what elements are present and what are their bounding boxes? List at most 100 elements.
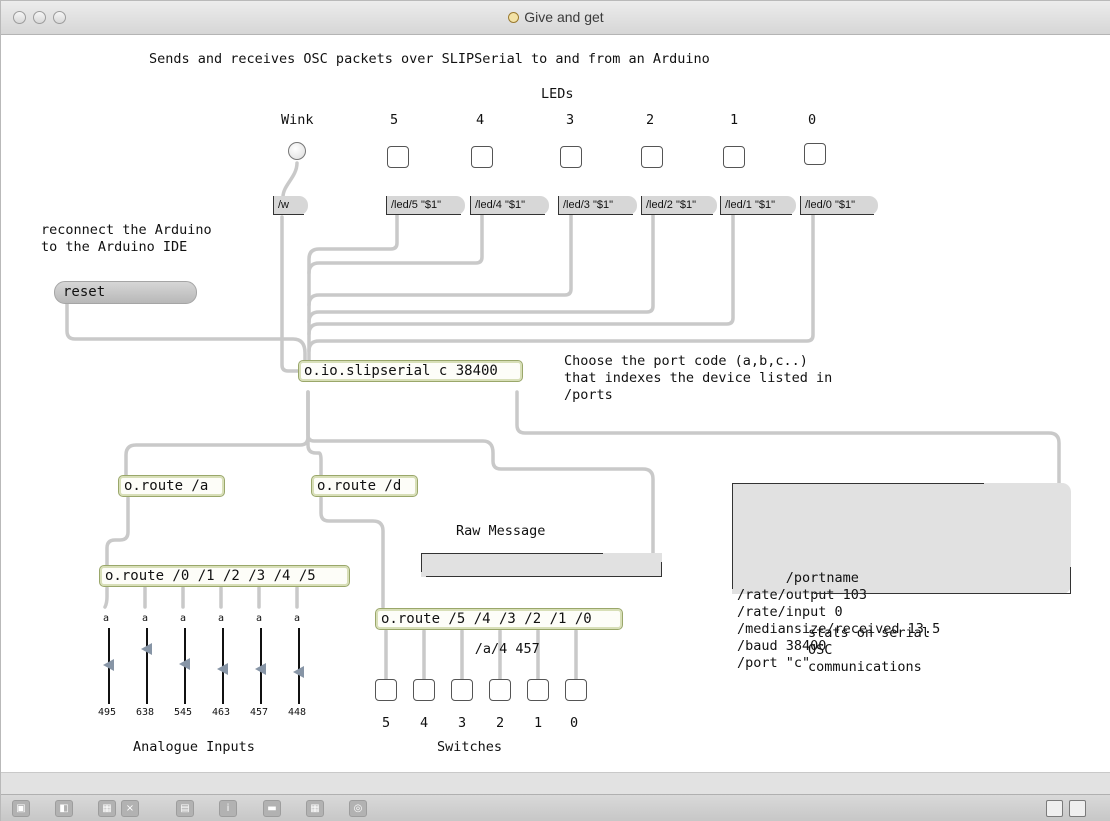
switch-number-1: 1 (534, 715, 543, 731)
switch-toggle-2[interactable] (489, 679, 511, 701)
cord-w-to-slip (280, 215, 308, 373)
led-toggle-2[interactable] (641, 146, 663, 168)
lock-icon[interactable]: ▣ (12, 800, 30, 817)
presentation-icon[interactable]: ◧ (55, 800, 73, 817)
analog-value: 545 (174, 707, 193, 718)
route-d-object[interactable]: o.route /d (311, 475, 418, 497)
unpack-label: a (180, 613, 187, 624)
wink-led[interactable] (288, 142, 306, 160)
analog-value: 463 (212, 707, 231, 718)
reconnect-comment: reconnect the Arduino to the Arduino IDE (41, 222, 212, 255)
raw-message-label: Raw Message (456, 523, 546, 539)
switch-number-5: 5 (382, 715, 391, 731)
led-toggle-5[interactable] (387, 146, 409, 168)
led-number-3: 3 (566, 112, 575, 128)
inspector-icon[interactable]: ▤ (176, 800, 194, 817)
analog-slider-5[interactable] (292, 628, 306, 704)
slider-knob[interactable] (293, 666, 304, 678)
led5-message[interactable]: /led/5 "$1" (386, 196, 465, 215)
led4-message[interactable]: /led/4 "$1" (470, 196, 549, 215)
switch-number-4: 4 (420, 715, 429, 731)
patcher-canvas[interactable]: Sends and receives OSC packets over SLIP… (1, 35, 1110, 772)
switch-number-0: 0 (570, 715, 579, 731)
sidebar-icon[interactable] (1069, 800, 1086, 817)
raw-message-display: /a/4 457 (421, 553, 662, 657)
switch-toggle-1[interactable] (527, 679, 549, 701)
cord-icon[interactable]: ▬ (263, 800, 281, 817)
reset-button[interactable]: reset (54, 281, 197, 304)
wink-message[interactable]: /w (273, 196, 308, 215)
switch-number-3: 3 (458, 715, 467, 731)
debug-icon[interactable]: ◎ (349, 800, 367, 817)
document-icon (508, 12, 520, 23)
led-toggle-4[interactable] (471, 146, 493, 168)
window-title: Give and get (524, 9, 604, 25)
led-toggle-0[interactable] (804, 143, 826, 165)
analog-slider-3[interactable] (216, 628, 230, 704)
status-bar (1, 772, 1110, 794)
grid-icon[interactable]: ▦ (306, 800, 324, 817)
switch-toggle-3[interactable] (451, 679, 473, 701)
slider-knob[interactable] (103, 659, 114, 671)
led3-message[interactable]: /led/3 "$1" (558, 196, 637, 215)
close-box-icon[interactable]: × (121, 800, 139, 817)
cord-led3 (307, 213, 573, 307)
slider-knob[interactable] (179, 658, 190, 670)
unpack-label: a (294, 613, 301, 624)
slider-knob[interactable] (217, 663, 228, 675)
window-title-wrap: Give and get (1, 9, 1110, 25)
split-view-icon[interactable] (1046, 800, 1063, 817)
cord-route-a-to-analog (105, 496, 130, 567)
wink-label: Wink (281, 112, 314, 128)
cord-wink-to-msg (281, 161, 299, 199)
analog-slider-2[interactable] (178, 628, 192, 704)
led-toggle-1[interactable] (723, 146, 745, 168)
led-number-4: 4 (476, 112, 485, 128)
analog-slider-4[interactable] (254, 628, 268, 704)
switch-toggle-5[interactable] (375, 679, 397, 701)
analog-slider-1[interactable] (140, 628, 154, 704)
slipserial-object[interactable]: o.io.slipserial c 38400 (298, 360, 523, 382)
cord-route-d-to-switches (319, 496, 385, 609)
raw-message-value: /a/4 457 (474, 641, 540, 657)
slider-knob[interactable] (255, 663, 266, 675)
port-comment: Choose the port code (a,b,c..) that inde… (564, 353, 833, 403)
unpack-label: a (142, 613, 149, 624)
switch-toggle-0[interactable] (565, 679, 587, 701)
led2-message[interactable]: /led/2 "$1" (641, 196, 717, 215)
stats-comment: stats on serial OSC communications (808, 625, 930, 675)
route-analog-object[interactable]: o.route /0 /1 /2 /3 /4 /5 (99, 565, 350, 587)
cord-an0 (103, 586, 109, 609)
analog-value: 638 (136, 707, 155, 718)
analog-slider-0[interactable] (102, 628, 116, 704)
bottom-toolbar: ▣ ◧ ▦ × ▤ i ▬ ▦ ◎ (1, 794, 1110, 821)
led-toggle-3[interactable] (560, 146, 582, 168)
cord-led0 (307, 213, 815, 353)
analog-value: 495 (98, 707, 117, 718)
switches-label: Switches (437, 739, 503, 755)
led-number-2: 2 (646, 112, 655, 128)
led0-message[interactable]: /led/0 "$1" (800, 196, 878, 215)
object-palette-icon[interactable]: ▦ (98, 800, 116, 817)
patch-cords (65, 161, 1061, 681)
analog-inputs-label: Analogue Inputs (133, 739, 255, 755)
led-number-5: 5 (390, 112, 399, 128)
cord-slip-to-route-a (124, 390, 310, 477)
slider-knob[interactable] (141, 643, 152, 655)
unpack-label: a (218, 613, 225, 624)
route-a-object[interactable]: o.route /a (118, 475, 225, 497)
cord-slip-to-route-d (306, 390, 323, 477)
led-number-1: 1 (730, 112, 739, 128)
switch-toggle-4[interactable] (413, 679, 435, 701)
cord-reset (65, 301, 307, 367)
leds-label: LEDs (541, 86, 574, 102)
analog-value: 457 (250, 707, 269, 718)
unpack-label: a (256, 613, 263, 624)
route-switches-object[interactable]: o.route /5 /4 /3 /2 /1 /0 (375, 608, 623, 630)
cord-led1 (307, 213, 735, 336)
led1-message[interactable]: /led/1 "$1" (720, 196, 796, 215)
title-bar: Give and get (1, 1, 1110, 35)
info-icon[interactable]: i (219, 800, 237, 817)
header-comment: Sends and receives OSC packets over SLIP… (149, 51, 710, 67)
analog-value: 448 (288, 707, 307, 718)
